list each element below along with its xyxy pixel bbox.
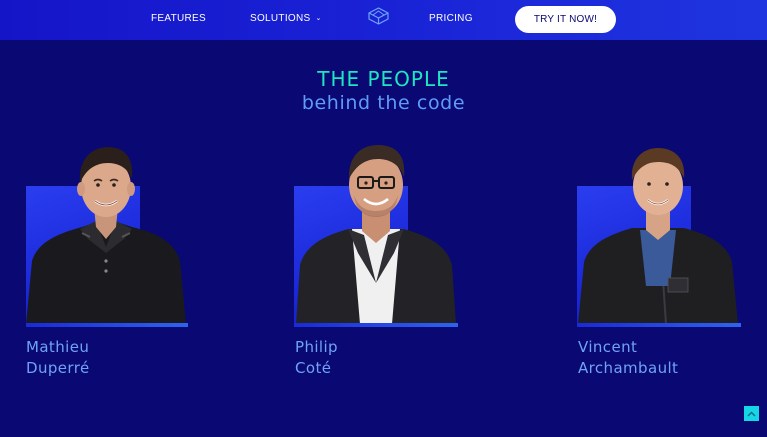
geometric-logo-icon[interactable] [368, 7, 389, 25]
portrait-photo [26, 147, 186, 324]
person-name-line-2: Archambault [578, 359, 679, 377]
card-underline [577, 323, 741, 327]
try-it-now-button[interactable]: TRY IT NOW! [515, 6, 616, 33]
person-name-line-1: Vincent [578, 338, 638, 356]
card-underline [294, 323, 458, 327]
person-name: Vincent Archambault [578, 337, 678, 379]
person-name: Mathieu Duperré [26, 338, 90, 377]
nav-solutions-label: SOLUTIONS [250, 13, 311, 24]
section-subtitle: behind the code [301, 92, 466, 114]
person-name: Philip Coté [295, 338, 338, 377]
card-underline [26, 323, 188, 327]
chevron-up-icon [747, 411, 756, 416]
nav-pricing-link[interactable]: PRICING [429, 13, 473, 24]
portrait-photo [578, 148, 738, 324]
chevron-down-icon: ⌄ [315, 15, 322, 22]
scroll-to-top-button[interactable] [744, 406, 759, 421]
top-navbar: FEATURES SOLUTIONS ⌄ PRICING TRY IT NOW! [0, 0, 767, 40]
portrait-photo [296, 145, 456, 324]
nav-features-link[interactable]: FEATURES [151, 13, 206, 24]
section-title: THE PEOPLE [317, 67, 450, 91]
nav-solutions-link[interactable]: SOLUTIONS ⌄ [250, 13, 322, 24]
